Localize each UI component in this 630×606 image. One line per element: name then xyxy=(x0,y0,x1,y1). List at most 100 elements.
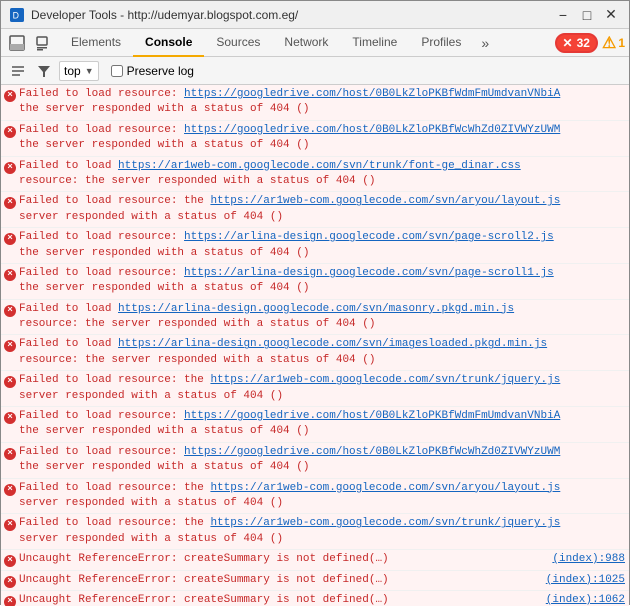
error-prefix: Failed to load resource: xyxy=(19,124,184,136)
error-continuation: server responded with a status of 404 () xyxy=(19,389,625,404)
error-link[interactable]: https://ar1web-com.googlecode.com/svn/ar… xyxy=(210,195,560,207)
error-circle-icon xyxy=(3,373,19,388)
error-link[interactable]: https://googledrive.com/host/0B0LkZloPKB… xyxy=(184,88,560,100)
error-link[interactable]: https://ar1web-com.googlecode.com/svn/tr… xyxy=(210,517,560,529)
row-content: Failed to load https://arlina-design.goo… xyxy=(19,337,625,368)
error-continuation: the server responded with a status of 40… xyxy=(19,460,625,475)
window-controls: − □ ✕ xyxy=(553,6,621,24)
clear-console-button[interactable] xyxy=(7,60,29,82)
row-content: Failed to load https://ar1web-com.google… xyxy=(19,159,625,190)
row-content: Uncaught ReferenceError: createSummary i… xyxy=(19,593,625,606)
error-message: Uncaught ReferenceError: createSummary i… xyxy=(19,552,389,567)
window-title: Developer Tools - http://udemyar.blogspo… xyxy=(31,8,553,22)
tab-profiles[interactable]: Profiles xyxy=(409,29,473,57)
console-row: Failed to load resource: https://googled… xyxy=(1,443,629,479)
menu-bar: Elements Console Sources Network Timelin… xyxy=(1,29,629,57)
inspect-icon[interactable] xyxy=(31,31,55,55)
close-button[interactable]: ✕ xyxy=(601,6,621,24)
error-continuation: server responded with a status of 404 () xyxy=(19,496,625,511)
row-content: Failed to load resource: https://arlina-… xyxy=(19,266,625,297)
console-row: Failed to load resource: https://googled… xyxy=(1,121,629,157)
error-continuation: the server responded with a status of 40… xyxy=(19,281,625,296)
more-tabs-button[interactable]: » xyxy=(473,31,497,55)
console-row: Failed to load resource: the https://ar1… xyxy=(1,514,629,550)
error-prefix: Failed to load resource: the xyxy=(19,374,210,386)
warn-triangle-icon: ⚠ xyxy=(602,33,616,53)
error-circle-icon xyxy=(3,573,19,588)
error-count: 32 xyxy=(577,36,590,50)
tab-elements[interactable]: Elements xyxy=(59,29,133,57)
error-continuation: the server responded with a status of 40… xyxy=(19,138,625,153)
console-row: Failed to load resource: the https://ar1… xyxy=(1,371,629,407)
error-message: Uncaught ReferenceError: createSummary i… xyxy=(19,593,389,606)
error-link[interactable]: https://arlina-design.googlecode.com/svn… xyxy=(118,303,514,315)
preserve-log-checkbox[interactable] xyxy=(111,65,123,77)
error-link[interactable]: https://googledrive.com/host/0B0LkZloPKB… xyxy=(184,124,560,136)
error-prefix: Failed to load resource: xyxy=(19,446,184,458)
console-row: Failed to load resource: the https://ar1… xyxy=(1,479,629,515)
error-circle-icon xyxy=(3,230,19,245)
error-link[interactable]: https://ar1web-com.googlecode.com/svn/tr… xyxy=(210,374,560,386)
error-continuation: the server responded with a status of 40… xyxy=(19,424,625,439)
error-source[interactable]: (index):1062 xyxy=(546,593,625,606)
error-link[interactable]: https://arlina-design.googlecode.com/svn… xyxy=(184,231,554,243)
console-row: Failed to load resource: https://googled… xyxy=(1,85,629,121)
console-row: Failed to load resource: the https://ar1… xyxy=(1,192,629,228)
filter-button[interactable] xyxy=(33,60,55,82)
minimize-button[interactable]: − xyxy=(553,6,573,24)
tab-sources[interactable]: Sources xyxy=(204,29,272,57)
error-link[interactable]: https://googledrive.com/host/0B0LkZloPKB… xyxy=(184,446,560,458)
console-row: Uncaught ReferenceError: createSummary i… xyxy=(1,571,629,591)
maximize-button[interactable]: □ xyxy=(577,6,597,24)
error-prefix: Failed to load xyxy=(19,303,118,315)
error-link[interactable]: https://googledrive.com/host/0B0LkZloPKB… xyxy=(184,410,560,422)
error-circle-icon xyxy=(3,302,19,317)
console-output: Failed to load resource: https://googled… xyxy=(1,85,629,606)
error-circle-icon xyxy=(3,266,19,281)
console-row: Uncaught ReferenceError: createSummary i… xyxy=(1,591,629,606)
error-circle-icon xyxy=(3,123,19,138)
console-toolbar: top ▼ Preserve log xyxy=(1,57,629,85)
error-count-badge: ✕ 32 xyxy=(555,33,598,53)
row-content: Failed to load https://arlina-design.goo… xyxy=(19,302,625,333)
dock-icon[interactable] xyxy=(5,31,29,55)
preserve-log-option: Preserve log xyxy=(111,64,194,78)
error-prefix: Failed to load resource: xyxy=(19,267,184,279)
context-selector[interactable]: top ▼ xyxy=(59,61,99,81)
error-circle-icon xyxy=(3,552,19,567)
tab-network[interactable]: Network xyxy=(272,29,340,57)
console-row: Failed to load resource: https://googled… xyxy=(1,407,629,443)
error-continuation: the server responded with a status of 40… xyxy=(19,102,625,117)
error-continuation: server responded with a status of 404 () xyxy=(19,532,625,547)
error-source[interactable]: (index):1025 xyxy=(546,573,625,588)
error-prefix: Failed to load resource: xyxy=(19,231,184,243)
error-circle-icon xyxy=(3,194,19,209)
error-circle-icon xyxy=(3,593,19,606)
error-message: Uncaught ReferenceError: createSummary i… xyxy=(19,573,389,588)
error-circle-icon xyxy=(3,409,19,424)
nav-icons xyxy=(5,31,55,55)
row-content: Failed to load resource: https://googled… xyxy=(19,87,625,118)
tab-timeline[interactable]: Timeline xyxy=(340,29,409,57)
menu-tabs: Elements Console Sources Network Timelin… xyxy=(59,29,555,57)
error-link[interactable]: https://arlina-design.googlecode.com/svn… xyxy=(118,338,547,350)
row-content: Failed to load resource: the https://ar1… xyxy=(19,516,625,547)
row-content: Failed to load resource: the https://ar1… xyxy=(19,481,625,512)
context-value: top xyxy=(64,64,81,78)
favicon-icon: D xyxy=(9,7,25,23)
error-source[interactable]: (index):988 xyxy=(552,552,625,567)
error-link[interactable]: https://ar1web-com.googlecode.com/svn/ar… xyxy=(210,482,560,494)
error-prefix: Failed to load resource: the xyxy=(19,517,210,529)
error-circle-icon xyxy=(3,337,19,352)
error-link[interactable]: https://arlina-design.googlecode.com/svn… xyxy=(184,267,554,279)
row-content: Failed to load resource: https://googled… xyxy=(19,409,625,440)
console-row: Failed to load resource: https://arlina-… xyxy=(1,264,629,300)
error-link[interactable]: https://ar1web-com.googlecode.com/svn/tr… xyxy=(118,160,521,172)
row-content: Failed to load resource: the https://ar1… xyxy=(19,194,625,225)
svg-text:D: D xyxy=(13,10,19,20)
error-circle-icon xyxy=(3,516,19,531)
error-x-icon: ✕ xyxy=(563,36,573,50)
title-bar: D Developer Tools - http://udemyar.blogs… xyxy=(1,1,629,29)
error-circle-icon xyxy=(3,481,19,496)
tab-console[interactable]: Console xyxy=(133,29,204,57)
